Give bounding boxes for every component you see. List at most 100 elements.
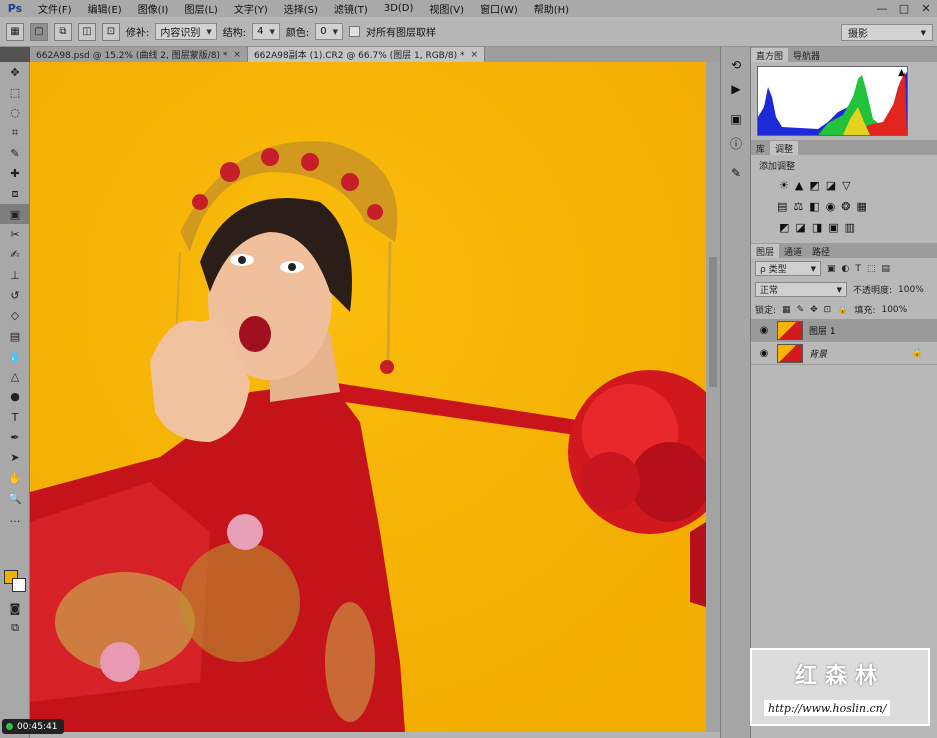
workspace-select[interactable]: 摄影 ▼ (841, 24, 933, 41)
layer-row[interactable]: ◉ 背景 🔒 (751, 342, 937, 365)
menu-image[interactable]: 图像(I) (130, 1, 177, 16)
document-tab-1[interactable]: 662A98.psd @ 15.2% (曲线 2, 图层蒙版/8) * × (30, 47, 248, 62)
gradient-tool-icon[interactable]: ▤ (0, 326, 30, 346)
path-selection-tool-icon[interactable]: ➤ (0, 448, 30, 468)
menu-help[interactable]: 帮助(H) (526, 1, 577, 16)
exposure-icon[interactable]: ◪ (826, 179, 836, 192)
content-aware-move-tool-icon[interactable]: ✂ (0, 224, 30, 244)
menu-3d[interactable]: 3D(D) (376, 3, 422, 14)
minimize-icon[interactable]: — (871, 1, 893, 17)
menu-layer[interactable]: 图层(L) (176, 1, 225, 16)
opacity-value[interactable]: 100% (898, 285, 924, 295)
eyedropper-tool-icon[interactable]: ✎ (0, 143, 30, 163)
tab-histogram[interactable]: 直方图 (751, 48, 789, 62)
lasso-tool-icon[interactable]: ◌ (0, 103, 30, 123)
menu-type[interactable]: 文字(Y) (226, 1, 276, 16)
more-tools-icon[interactable]: … (0, 509, 30, 529)
history-panel-icon[interactable]: ⟲ (721, 53, 751, 77)
background-color-swatch[interactable] (12, 578, 26, 592)
patch-mode-select[interactable]: 内容识别 ▼ (155, 23, 217, 40)
brightness-contrast-icon[interactable]: ☀ (779, 179, 789, 192)
menu-file[interactable]: 文件(F) (30, 1, 80, 16)
brush-tool-icon[interactable]: ✍ (0, 245, 30, 265)
history-brush-tool-icon[interactable]: ↺ (0, 285, 30, 305)
close-icon[interactable]: ✕ (915, 1, 937, 17)
crop-tool-icon[interactable]: ⌗ (0, 123, 30, 143)
layer-kind-filter[interactable]: ρ 类型 ▼ (755, 261, 821, 276)
properties-panel-icon[interactable]: ▣ (721, 107, 751, 131)
tab-adjustments[interactable]: 调整 (770, 141, 799, 155)
vibrance-icon[interactable]: ▽ (842, 179, 850, 192)
menu-view[interactable]: 视图(V) (421, 1, 472, 16)
subtract-from-selection-button[interactable]: ◫ (78, 22, 96, 41)
pixel-filter-icon[interactable]: ▣ (827, 264, 836, 274)
lock-all-icon[interactable]: 🔒 (837, 305, 848, 315)
curves-icon[interactable]: ◩ (809, 179, 819, 192)
type-tool-icon[interactable]: T (0, 407, 30, 427)
dodge-tool-icon[interactable]: △ (0, 366, 30, 386)
hand-tool-icon[interactable]: ✋ (0, 468, 30, 488)
photo-filter-icon[interactable]: ◉ (826, 200, 836, 213)
lock-artboard-icon[interactable]: ⊡ (824, 305, 832, 315)
maximize-icon[interactable]: □ (893, 1, 915, 17)
close-tab-icon[interactable]: × (233, 50, 241, 60)
blur-tool-icon[interactable]: 💧 (0, 346, 30, 366)
tool-preset-picker[interactable]: ▦ (6, 22, 24, 41)
add-to-selection-button[interactable]: ⧉ (54, 22, 72, 41)
channel-mixer-icon[interactable]: ❂ (841, 200, 850, 213)
type-filter-icon[interactable]: T (855, 264, 861, 274)
eraser-tool-icon[interactable]: ◇ (0, 306, 30, 326)
brush-panel-icon[interactable]: ✎ (721, 161, 751, 185)
quick-mask-icon[interactable]: ◙ (0, 598, 30, 618)
shape-filter-icon[interactable]: ⬚ (867, 264, 876, 274)
intersect-selection-button[interactable]: ⊡ (102, 22, 120, 41)
sample-all-layers-checkbox[interactable] (349, 26, 361, 37)
clone-stamp-tool-icon[interactable]: ⊥ (0, 265, 30, 285)
pen-tool-icon[interactable]: ✒ (0, 427, 30, 447)
tab-paths[interactable]: 路径 (807, 244, 835, 258)
zoom-tool-icon[interactable]: 🔍 (0, 488, 30, 508)
menu-edit[interactable]: 编辑(E) (80, 1, 130, 16)
move-tool-icon[interactable]: ✥ (0, 62, 30, 82)
black-white-icon[interactable]: ◧ (809, 200, 819, 213)
lock-image-icon[interactable]: ✎ (797, 305, 805, 315)
layer-row[interactable]: ◉ 图层 1 (751, 319, 937, 342)
color-select[interactable]: 0 ▼ (315, 23, 344, 40)
screen-mode-icon[interactable]: ⧉ (0, 618, 30, 638)
new-selection-button[interactable]: ▢ (30, 22, 48, 41)
color-balance-icon[interactable]: ⚖ (793, 200, 803, 213)
tab-navigator[interactable]: 导航器 (788, 48, 825, 62)
document-canvas[interactable] (30, 62, 706, 732)
menu-select[interactable]: 选择(S) (276, 1, 326, 16)
canvas-vertical-scrollbar[interactable] (706, 62, 720, 732)
invert-icon[interactable]: ◩ (779, 221, 789, 234)
scrollbar-thumb[interactable] (709, 257, 717, 387)
spot-healing-tool-icon[interactable]: ✚ (0, 163, 30, 183)
hue-saturation-icon[interactable]: ▤ (777, 200, 787, 213)
selective-color-icon[interactable]: ▥ (845, 221, 855, 234)
threshold-icon[interactable]: ◨ (812, 221, 822, 234)
menu-filter[interactable]: 滤镜(T) (326, 1, 376, 16)
healing-brush-tool-icon[interactable]: ⧈ (0, 184, 30, 204)
smart-object-filter-icon[interactable]: ▤ (881, 264, 890, 274)
tab-layers[interactable]: 图层 (751, 244, 780, 258)
patch-tool-icon[interactable]: ▣ (0, 204, 30, 225)
color-swatches[interactable] (4, 570, 26, 592)
info-panel-icon[interactable]: ⓘ (721, 131, 751, 155)
posterize-icon[interactable]: ◪ (795, 221, 805, 234)
fill-value[interactable]: 100% (881, 305, 907, 315)
tab-library[interactable]: 库 (751, 141, 770, 155)
close-tab-icon[interactable]: × (470, 50, 478, 60)
menu-window[interactable]: 窗口(W) (472, 1, 526, 16)
adjustment-filter-icon[interactable]: ◐ (842, 264, 850, 274)
color-lookup-icon[interactable]: ▦ (857, 200, 867, 213)
eye-icon[interactable]: ◉ (757, 325, 771, 336)
gradient-map-icon[interactable]: ▣ (828, 221, 838, 234)
actions-panel-icon[interactable]: ▶ (721, 77, 751, 101)
tab-channels[interactable]: 通道 (779, 244, 807, 258)
structure-select[interactable]: 4 ▼ (252, 23, 280, 40)
levels-icon[interactable]: ▲ (795, 179, 803, 192)
blend-mode-select[interactable]: 正常 ▼ (755, 282, 847, 297)
eye-icon[interactable]: ◉ (757, 348, 771, 359)
lock-position-icon[interactable]: ✥ (810, 305, 818, 315)
